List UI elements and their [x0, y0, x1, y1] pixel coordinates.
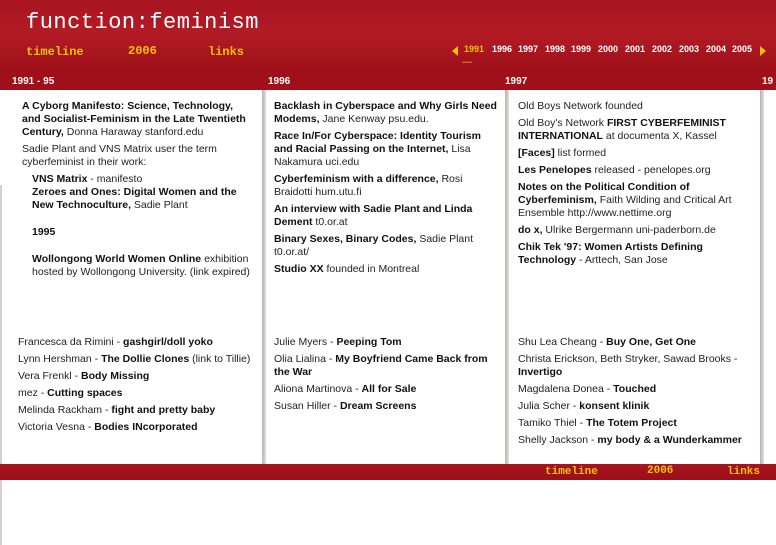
year-1997[interactable]: 1997: [518, 44, 538, 54]
list-item[interactable]: Wollongong World Women Online exhibition…: [22, 253, 254, 279]
list-item[interactable]: mez - Cutting spaces: [18, 387, 258, 400]
nav-links-link[interactable]: links: [208, 45, 244, 59]
year-2004[interactable]: 2004: [706, 44, 726, 54]
list-item[interactable]: Melinda Rackham - fight and pretty baby: [18, 404, 258, 417]
year-2000[interactable]: 2000: [598, 44, 618, 54]
list-item[interactable]: Vera Frenkl - Body Missing: [18, 370, 258, 383]
column-1991-95-events: A Cyborg Manifesto: Science, Technology,…: [22, 100, 254, 283]
list-item[interactable]: do x, Ulrike Bergermann uni-paderborn.de: [518, 224, 754, 237]
year-2002[interactable]: 2002: [652, 44, 672, 54]
year-1991[interactable]: 1991: [464, 44, 484, 54]
column-heading-next: 19: [762, 76, 774, 87]
column-heading-1991-95: 1991 - 95: [12, 76, 55, 87]
list-item[interactable]: Magdalena Donea - Touched: [518, 383, 754, 396]
list-item[interactable]: Shu Lea Cheang - Buy One, Get One: [518, 336, 754, 349]
sub-heading-1995: 1995: [32, 226, 56, 238]
column-divider: [760, 90, 764, 464]
list-item[interactable]: Race In/For Cyberspace: Identity Tourism…: [274, 130, 502, 169]
year-2005[interactable]: 2005: [732, 44, 752, 54]
prev-year-arrow-icon[interactable]: [452, 46, 458, 56]
current-year-marker-icon: ﹏: [462, 54, 472, 65]
list-item[interactable]: Old Boy's Network FIRST CYBERFEMINIST IN…: [518, 117, 754, 143]
column-1997-artworks: Shu Lea Cheang - Buy One, Get One Christ…: [518, 336, 754, 451]
list-item[interactable]: Cyberfeminism with a difference, Rosi Br…: [274, 173, 502, 199]
list-item[interactable]: Shelly Jackson - my body & a Wunderkamme…: [518, 434, 754, 447]
column-divider: [505, 90, 509, 464]
year-1996[interactable]: 1996: [492, 44, 512, 54]
footer-timeline-link[interactable]: timeline: [545, 466, 598, 478]
list-item[interactable]: Zeroes and Ones: Digital Women and the N…: [22, 186, 254, 212]
list-item[interactable]: Tamiko Thiel - The Totem Project: [518, 417, 754, 430]
column-1996-artworks: Julie Myers - Peeping Tom Olia Lialina -…: [274, 336, 500, 417]
next-year-arrow-icon[interactable]: [760, 46, 766, 56]
column-heading-bar: 1991 - 95 1996 1997 19: [0, 72, 776, 90]
list-item: Old Boys Network founded: [518, 100, 643, 112]
column-divider: [262, 90, 266, 464]
list-item[interactable]: Aliona Martinova - All for Sale: [274, 383, 500, 396]
list-item[interactable]: Christa Erickson, Beth Stryker, Sawad Br…: [518, 353, 754, 379]
list-item[interactable]: Victoria Vesna - Bodies INcorporated: [18, 421, 258, 434]
list-item[interactable]: Binary Sexes, Binary Codes, Sadie Plant …: [274, 233, 502, 259]
list-item[interactable]: Susan Hiller - Dream Screens: [274, 400, 500, 413]
list-item[interactable]: An interview with Sadie Plant and Linda …: [274, 203, 502, 229]
list-item[interactable]: Notes on the Political Condition of Cybe…: [518, 181, 754, 220]
site-title: function:feminism: [26, 10, 259, 35]
list-item[interactable]: A Cyborg Manifesto: Science, Technology,…: [22, 100, 254, 139]
list-item[interactable]: Francesca da Rimini - gashgirl/doll yoko: [18, 336, 258, 349]
list-item[interactable]: Julia Scher - konsent klinik: [518, 400, 754, 413]
footer-bar: timeline 2006 links: [0, 464, 776, 480]
list-item[interactable]: [Faces] list formed: [518, 147, 754, 160]
column-heading-1997: 1997: [505, 76, 528, 87]
column-1996-events: Backlash in Cyberspace and Why Girls Nee…: [274, 100, 502, 280]
column-heading-1996: 1996: [268, 76, 291, 87]
list-item[interactable]: Studio XX founded in Montreal: [274, 263, 502, 276]
footer-links-link[interactable]: links: [727, 466, 760, 478]
year-2001[interactable]: 2001: [625, 44, 645, 54]
header-bar: function:feminism timeline 2006 links 19…: [0, 0, 776, 72]
list-item: Sadie Plant and VNS Matrix user the term…: [22, 143, 217, 168]
list-item[interactable]: Lynn Hershman - The Dollie Clones (link …: [18, 353, 258, 366]
nav-timeline-link[interactable]: timeline: [26, 45, 84, 59]
year-1998[interactable]: 1998: [545, 44, 565, 54]
nav-year-link[interactable]: 2006: [128, 44, 157, 58]
footer-year-link[interactable]: 2006: [647, 465, 673, 477]
list-item[interactable]: Olia Lialina - My Boyfriend Came Back fr…: [274, 353, 500, 379]
list-item[interactable]: Les Penelopes released - penelopes.org: [518, 164, 754, 177]
list-item[interactable]: Backlash in Cyberspace and Why Girls Nee…: [274, 100, 502, 126]
list-item[interactable]: VNS Matrix - manifesto: [22, 173, 254, 186]
list-item[interactable]: Chik Tek '97: Women Artists Defining Tec…: [518, 241, 754, 267]
column-1997-events: Old Boys Network founded Old Boy's Netwo…: [518, 100, 754, 271]
timeline-content[interactable]: A Cyborg Manifesto: Science, Technology,…: [0, 90, 776, 545]
column-1991-95-artworks: Francesca da Rimini - gashgirl/doll yoko…: [18, 336, 258, 438]
list-item[interactable]: Julie Myers - Peeping Tom: [274, 336, 500, 349]
year-2003[interactable]: 2003: [679, 44, 699, 54]
year-1999[interactable]: 1999: [571, 44, 591, 54]
left-edge: [0, 185, 2, 545]
